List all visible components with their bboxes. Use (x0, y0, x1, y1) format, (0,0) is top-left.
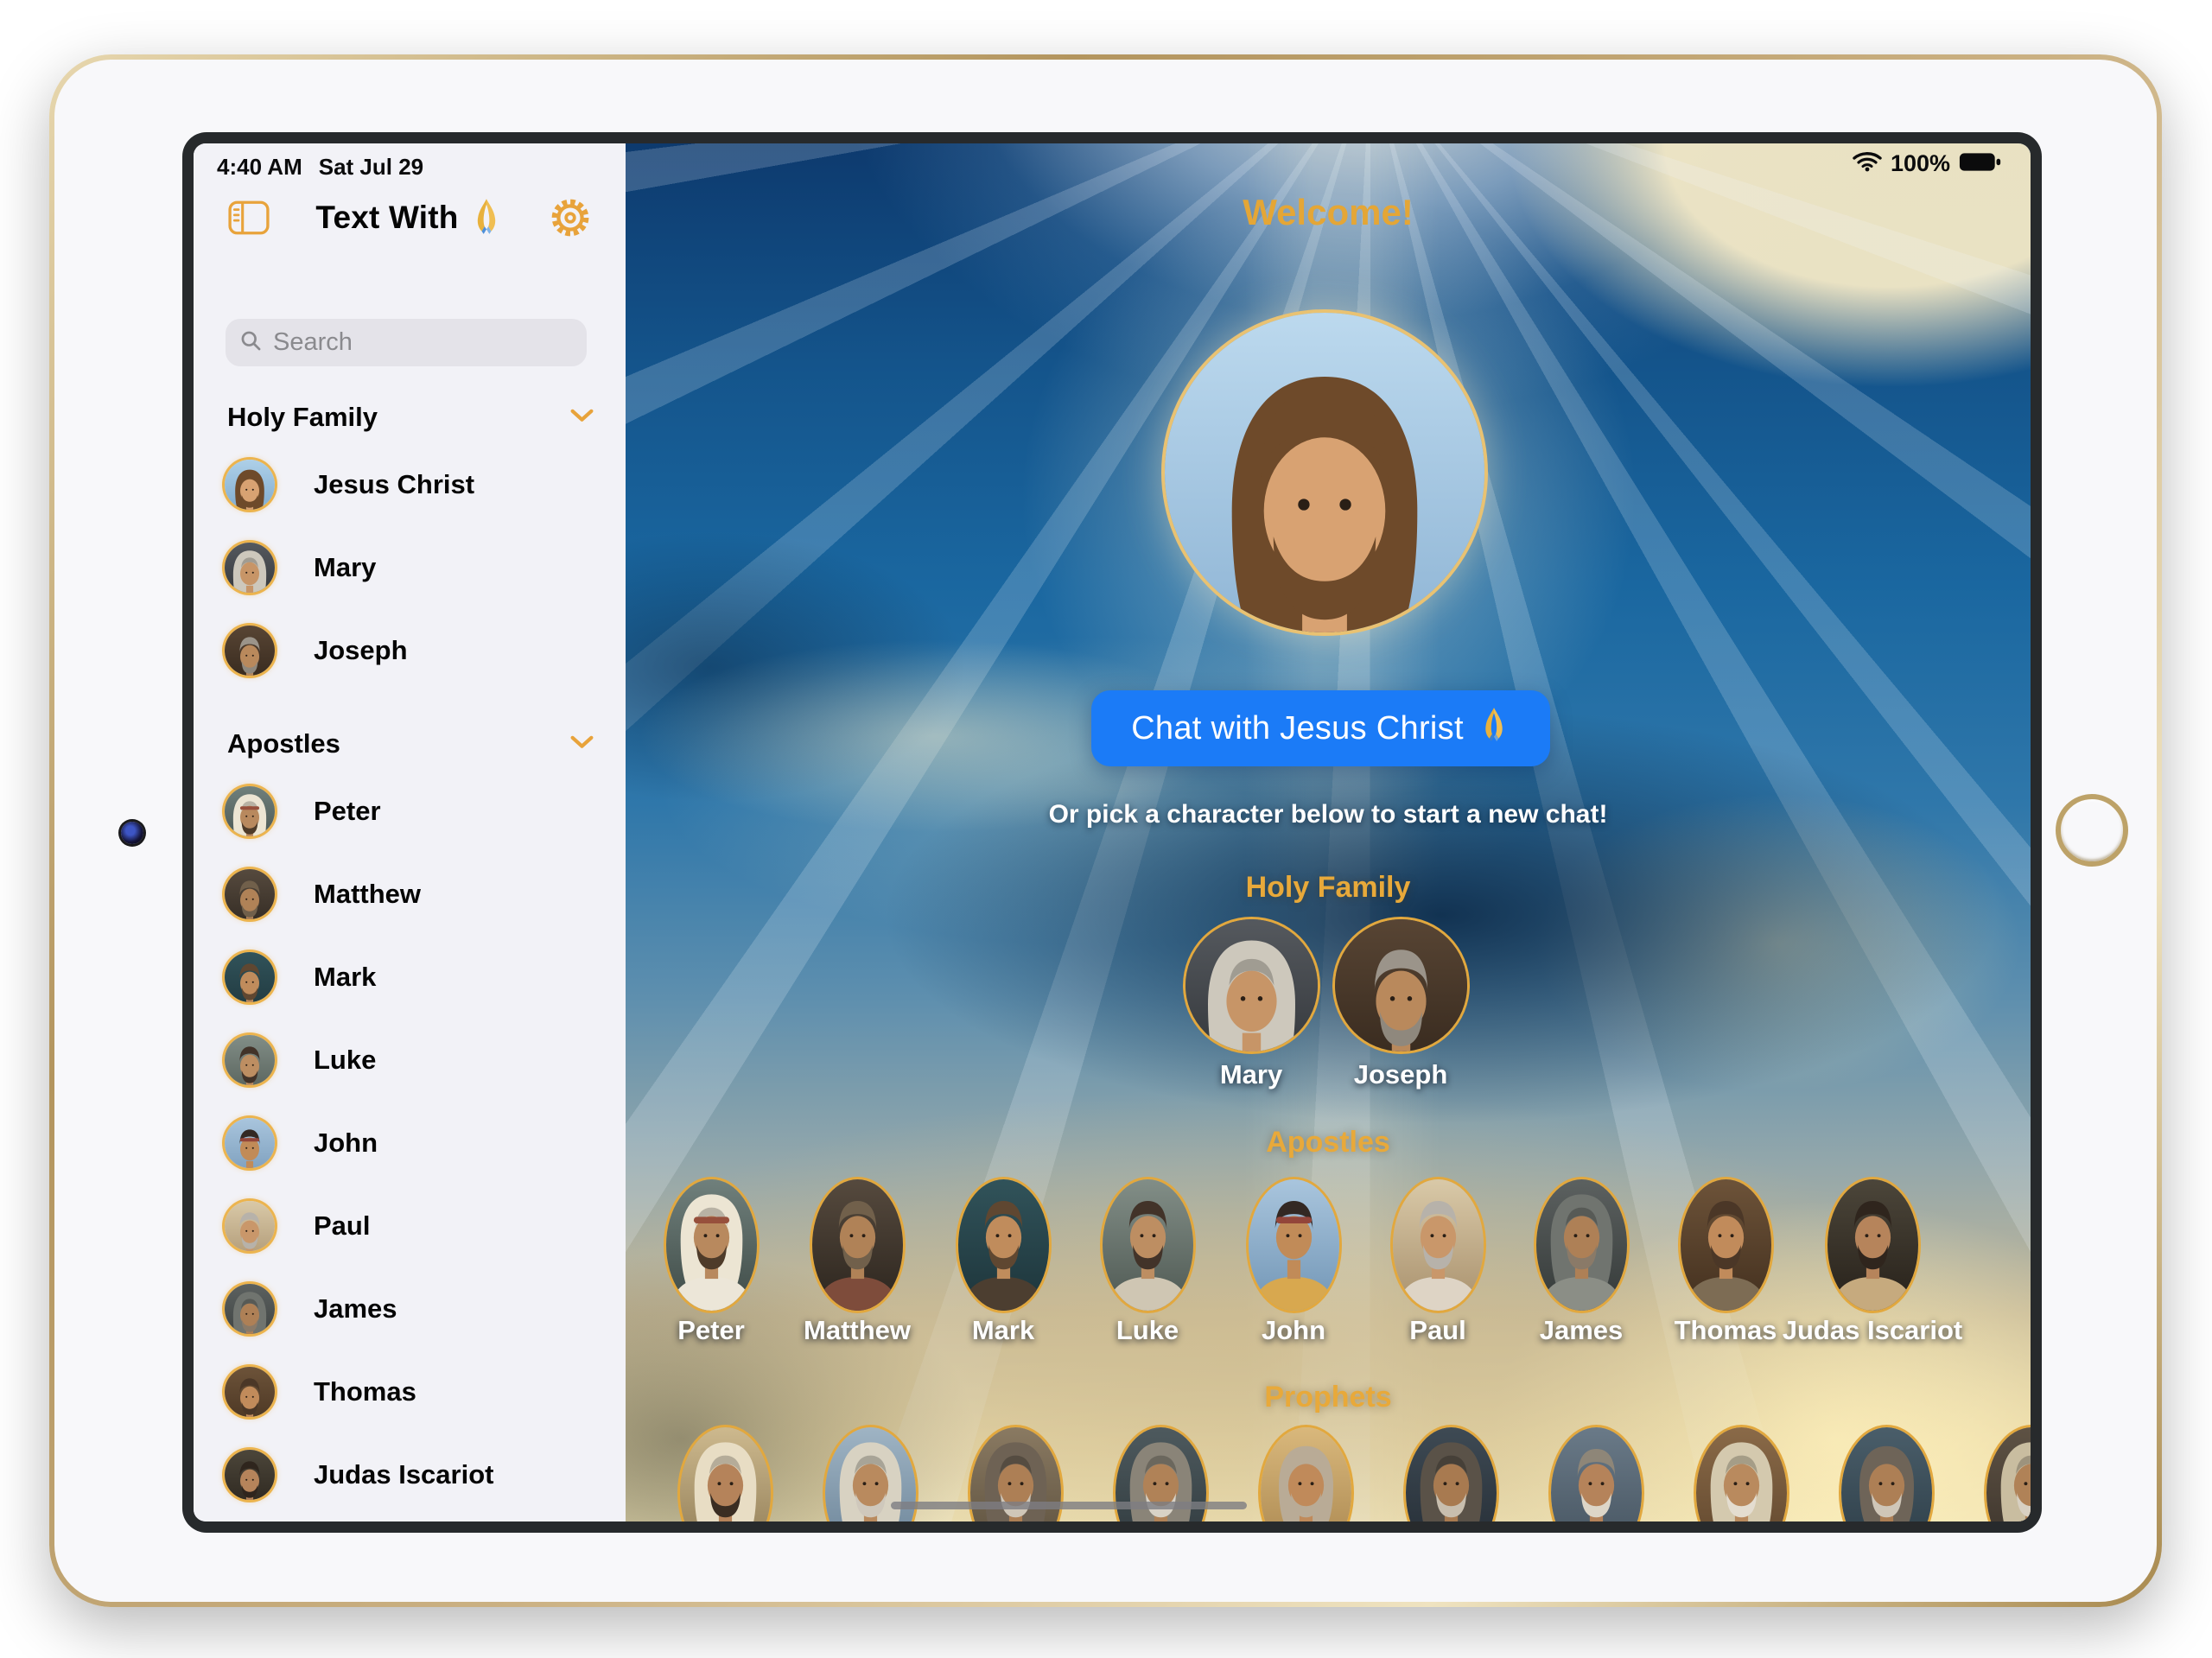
sidebar-item-joseph[interactable]: Joseph (194, 609, 626, 692)
character-label: Thomas (1675, 1315, 1777, 1346)
chevron-down-icon[interactable] (570, 735, 594, 753)
sidebar-item-james[interactable]: James (194, 1267, 626, 1350)
avatar (225, 460, 275, 510)
character-avatar-james[interactable] (1536, 1179, 1627, 1311)
character-label: Luke (1116, 1315, 1179, 1346)
character-avatar-mary[interactable] (1185, 919, 1318, 1051)
character-name: Thomas (314, 1376, 416, 1407)
praying-hands-icon (1478, 706, 1510, 751)
wifi-icon (1853, 151, 1882, 176)
character-name: Mary (314, 552, 376, 583)
avatar (225, 543, 275, 593)
front-camera (121, 822, 143, 844)
ipad-device-frame: 4:40 AM Sat Jul 29 (49, 54, 2162, 1607)
avatar (225, 1118, 275, 1168)
character-name: Luke (314, 1045, 376, 1076)
character-label: Mary (1220, 1059, 1282, 1090)
character-name: Jesus Christ (314, 469, 474, 500)
character-avatar-matthew[interactable] (812, 1179, 903, 1311)
status-bar-left: 4:40 AM Sat Jul 29 (217, 154, 423, 181)
home-button[interactable] (2056, 794, 2128, 867)
character-label: James (1540, 1315, 1624, 1346)
character-label: Paul (1409, 1315, 1465, 1346)
praying-hands-icon (469, 197, 504, 239)
search-input[interactable] (271, 327, 601, 358)
avatar (225, 1284, 275, 1334)
character-label: John (1262, 1315, 1325, 1346)
sidebar-item-thomas[interactable]: Thomas (194, 1350, 626, 1433)
search-box[interactable] (226, 319, 587, 366)
character-avatar-paul[interactable] (1393, 1179, 1484, 1311)
character-name: Paul (314, 1210, 370, 1242)
character-label: Joseph (1354, 1059, 1448, 1090)
character-name: Matthew (314, 879, 421, 910)
character-name: Mark (314, 962, 376, 993)
section-header-apostles[interactable]: Apostles (194, 718, 626, 770)
character-avatar-john[interactable] (1249, 1179, 1339, 1311)
screen-frame: 4:40 AM Sat Jul 29 (182, 132, 2042, 1533)
horizontal-scrollbar[interactable] (891, 1502, 1247, 1509)
status-time: 4:40 AM (217, 154, 302, 181)
group-heading-apostles: Apostles (626, 1126, 2031, 1159)
character-label: Matthew (804, 1315, 911, 1346)
group-heading-prophets: Prophets (626, 1381, 2031, 1414)
character-avatar-joseph[interactable] (1335, 919, 1467, 1051)
chat-with-jesus-button[interactable]: Chat with Jesus Christ (1091, 690, 1550, 766)
main-panel: 100% Welcome! (626, 143, 2031, 1521)
search-icon (239, 329, 263, 357)
section-label: Apostles (227, 728, 340, 759)
screen: 4:40 AM Sat Jul 29 (194, 143, 2031, 1521)
app-title: Text With (315, 200, 458, 236)
character-avatar-mark[interactable] (958, 1179, 1049, 1311)
sidebar-item-john[interactable]: John (194, 1102, 626, 1185)
gear-icon[interactable] (550, 197, 591, 238)
character-name: Peter (314, 796, 381, 827)
battery-full-icon (1959, 151, 2002, 177)
character-label: Peter (677, 1315, 745, 1346)
character-label: Mark (972, 1315, 1034, 1346)
character-avatar-judas-iscariot[interactable] (1827, 1179, 1918, 1311)
section-header-holy-family[interactable]: Holy Family (194, 391, 626, 443)
sidebar-item-matthew[interactable]: Matthew (194, 853, 626, 936)
hero-avatar-jesus[interactable] (1165, 313, 1484, 632)
character-name: John (314, 1128, 378, 1159)
character-name: James (314, 1293, 397, 1324)
pick-character-subtitle: Or pick a character below to start a new… (626, 800, 2031, 829)
avatar (225, 786, 275, 836)
character-avatar-thomas[interactable] (1681, 1179, 1771, 1311)
sidebar-item-peter[interactable]: Peter (194, 770, 626, 853)
character-name: Judas Iscariot (314, 1459, 493, 1490)
avatar (225, 1035, 275, 1085)
chevron-down-icon[interactable] (570, 409, 594, 427)
section-label: Holy Family (227, 402, 378, 433)
welcome-heading: Welcome! (626, 192, 2031, 233)
status-date: Sat Jul 29 (319, 154, 423, 181)
character-name: Joseph (314, 635, 408, 666)
avatar (225, 1450, 275, 1500)
sidebar-item-luke[interactable]: Luke (194, 1019, 626, 1102)
battery-percent: 100% (1891, 150, 1950, 177)
sidebar-character-list: Holy Family Jesus Christ Mary Joseph Apostle… (194, 365, 626, 1521)
sidebar-item-judas-iscariot[interactable]: Judas Iscariot (194, 1433, 626, 1516)
avatar (225, 1367, 275, 1417)
sidebar-item-mary[interactable]: Mary (194, 526, 626, 609)
sidebar-item-jesus-christ[interactable]: Jesus Christ (194, 443, 626, 526)
sidebar-item-paul[interactable]: Paul (194, 1185, 626, 1267)
character-label: Judas Iscariot (1783, 1315, 1962, 1346)
group-heading-holy-family: Holy Family (626, 871, 2031, 905)
screenshot-canvas: 4:40 AM Sat Jul 29 (0, 0, 2212, 1658)
chat-button-label: Chat with Jesus Christ (1131, 710, 1464, 747)
avatar (225, 626, 275, 676)
avatar (225, 1201, 275, 1251)
sidebar-item-mark[interactable]: Mark (194, 936, 626, 1019)
avatar (225, 869, 275, 919)
character-avatar-luke[interactable] (1103, 1179, 1193, 1311)
avatar (225, 952, 275, 1002)
character-avatar-peter[interactable] (666, 1179, 757, 1311)
sidebar: 4:40 AM Sat Jul 29 (194, 143, 626, 1521)
ipad-bezel: 4:40 AM Sat Jul 29 (54, 60, 2157, 1602)
status-bar-right: 100% (1853, 150, 2002, 177)
